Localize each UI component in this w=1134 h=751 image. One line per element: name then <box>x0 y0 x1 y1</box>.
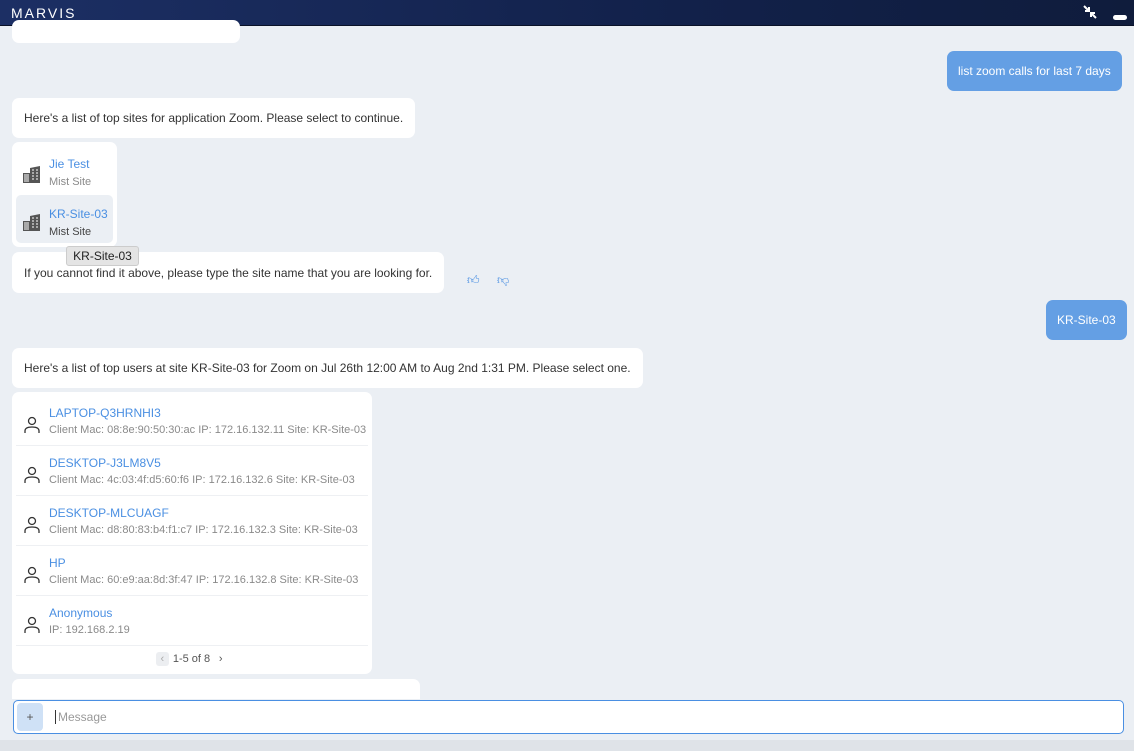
pagination-label: 1-5 of 8 <box>172 653 211 665</box>
previous-message-bubble <box>12 20 240 43</box>
site-type: Mist Site <box>49 226 92 238</box>
user-list-item[interactable]: HP Client Mac: 60:e9:aa:8d:3f:47 IP: 172… <box>16 546 368 596</box>
message-input[interactable] <box>55 710 1055 724</box>
site-type: Mist Site <box>49 176 92 188</box>
bottom-bar <box>0 740 1134 751</box>
chevron-left-icon[interactable]: ‹ <box>155 652 169 666</box>
user-name: HP <box>49 556 66 570</box>
user-icon <box>23 416 41 437</box>
user-icon <box>23 616 41 637</box>
building-icon <box>22 212 42 235</box>
user-icon <box>23 466 41 487</box>
app-title: MARVIS <box>11 5 77 21</box>
building-icon <box>22 164 42 187</box>
user-name: DESKTOP-MLCUAGF <box>49 506 169 520</box>
next-message-bubble <box>12 679 420 699</box>
thumbs-down-icon[interactable]: 👎︎ <box>497 273 509 288</box>
minimize-icon[interactable] <box>1113 9 1127 23</box>
thumbs-up-icon[interactable]: 👍︎ <box>467 273 480 288</box>
bot-message: Here's a list of top sites for applicati… <box>12 98 416 138</box>
user-icon <box>23 516 41 537</box>
user-message: KR-Site-03 <box>1046 300 1127 340</box>
site-option-jie-test[interactable]: Jie Test Mist Site <box>16 147 113 195</box>
site-list: Jie Test Mist Site KR-Site-03 Mist Site <box>12 142 117 247</box>
site-name: Jie Test <box>49 157 90 171</box>
user-detail: Client Mac: d8:80:83:b4:f1:c7 IP: 172.16… <box>49 524 358 536</box>
site-name: KR-Site-03 <box>49 207 108 221</box>
user-detail: IP: 192.168.2.19 <box>49 624 130 636</box>
bot-message: Here's a list of top users at site KR-Si… <box>12 348 643 388</box>
user-name: DESKTOP-J3LM8V5 <box>49 456 161 470</box>
user-list-item[interactable]: DESKTOP-MLCUAGF Client Mac: d8:80:83:b4:… <box>16 496 368 546</box>
user-icon <box>23 566 41 587</box>
add-button[interactable]: + <box>17 703 43 731</box>
user-list-item[interactable]: DESKTOP-J3LM8V5 Client Mac: 4c:03:4f:d5:… <box>16 446 368 496</box>
user-list: LAPTOP-Q3HRNHI3 Client Mac: 08:8e:90:50:… <box>12 392 372 674</box>
user-message: list zoom calls for last 7 days <box>947 51 1122 91</box>
message-composer: + <box>13 700 1124 734</box>
pagination: ‹ 1-5 of 8 › <box>12 652 371 666</box>
user-detail: Client Mac: 60:e9:aa:8d:3f:47 IP: 172.16… <box>49 574 359 586</box>
user-name: Anonymous <box>49 606 113 620</box>
user-detail: Client Mac: 08:8e:90:50:30:ac IP: 172.16… <box>49 424 367 436</box>
collapse-arrows-icon[interactable] <box>1083 5 1097 22</box>
user-name: LAPTOP-Q3HRNHI3 <box>49 406 161 420</box>
site-option-kr-site-03[interactable]: KR-Site-03 Mist Site <box>16 195 113 243</box>
user-list-item[interactable]: Anonymous IP: 192.168.2.19 <box>16 596 368 646</box>
user-detail: Client Mac: 4c:03:4f:d5:60:f6 IP: 172.16… <box>49 474 355 486</box>
tooltip: KR-Site-03 <box>66 246 139 266</box>
chevron-right-icon[interactable]: › <box>214 652 227 666</box>
user-list-item[interactable]: LAPTOP-Q3HRNHI3 Client Mac: 08:8e:90:50:… <box>16 396 368 446</box>
